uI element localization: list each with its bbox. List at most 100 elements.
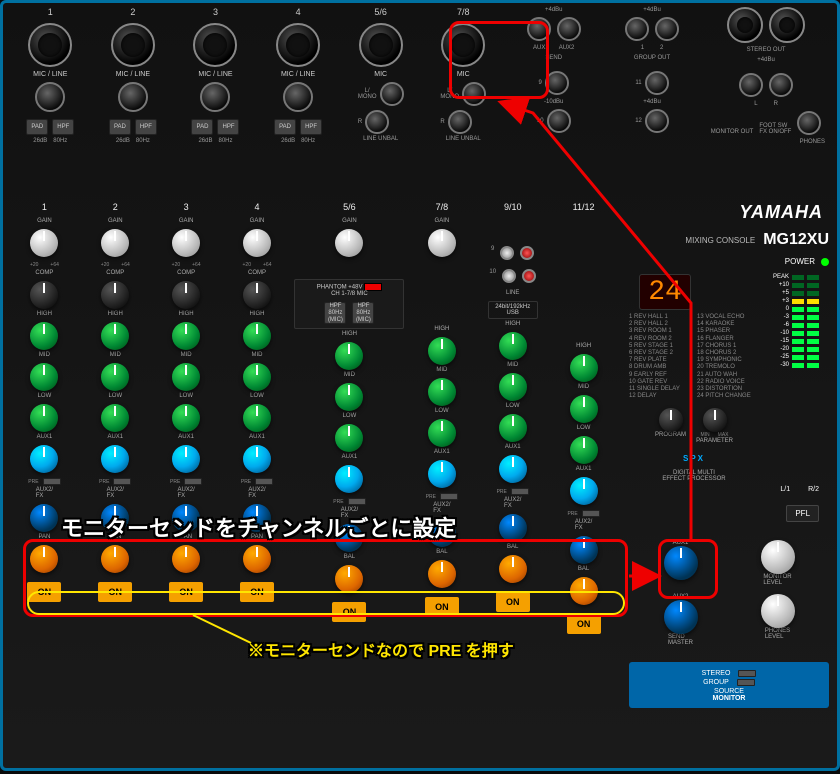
rca-9l[interactable]: [500, 246, 514, 260]
aux1-knob-9[interactable]: [499, 455, 527, 483]
aux1-knob-11[interactable]: [570, 477, 598, 505]
aux1-send-jack[interactable]: [527, 17, 551, 41]
aux1-knob-3[interactable]: [172, 445, 200, 473]
phones-level-knob[interactable]: [761, 594, 795, 628]
high-knob-9[interactable]: [499, 332, 527, 360]
line-jack-9[interactable]: [545, 71, 569, 95]
pan-knob-3[interactable]: [172, 545, 200, 573]
on-button-11[interactable]: ON: [567, 614, 601, 634]
pre-button-11[interactable]: [582, 510, 600, 517]
line-jack-12[interactable]: [645, 109, 669, 133]
bal-knob-11[interactable]: [570, 577, 598, 605]
aux1-master-knob[interactable]: [664, 546, 698, 580]
xlr-jack-1[interactable]: [28, 23, 72, 67]
on-button-2[interactable]: ON: [98, 582, 132, 602]
bal-knob-9[interactable]: [499, 555, 527, 583]
line-jack-2[interactable]: [118, 82, 148, 112]
pre-button-7[interactable]: [440, 493, 458, 500]
pre-button-5[interactable]: [348, 498, 366, 505]
on-button-7[interactable]: ON: [425, 597, 459, 617]
line-jack-5r[interactable]: [365, 110, 389, 134]
pre-button-9[interactable]: [511, 488, 529, 495]
aux1-knob-5[interactable]: [335, 465, 363, 493]
aux1-knob-1[interactable]: [30, 445, 58, 473]
pad-button-1[interactable]: PAD: [26, 119, 48, 135]
xlr-jack-3[interactable]: [193, 23, 237, 67]
line-jack-7l[interactable]: [462, 82, 486, 106]
bal-knob-7[interactable]: [428, 560, 456, 588]
high-knob-1[interactable]: [30, 322, 58, 350]
aux1-knob-4[interactable]: [243, 445, 271, 473]
low-knob-2[interactable]: [101, 404, 129, 432]
aux2-master-knob[interactable]: [664, 600, 698, 634]
pad-button-4[interactable]: PAD: [274, 119, 296, 135]
gain-knob-2[interactable]: [101, 229, 129, 257]
pan-knob-1[interactable]: [30, 545, 58, 573]
comp-knob-4[interactable]: [243, 281, 271, 309]
hpf-button-1[interactable]: HPF: [52, 119, 74, 135]
aux1-knob-7[interactable]: [428, 460, 456, 488]
low-knob-7[interactable]: [428, 419, 456, 447]
xlr-jack-5[interactable]: [359, 23, 403, 67]
aux2-knob-2[interactable]: [101, 504, 129, 532]
mid-knob-4[interactable]: [243, 363, 271, 391]
on-button-4[interactable]: ON: [240, 582, 274, 602]
on-button-9[interactable]: ON: [496, 592, 530, 612]
low-knob-4[interactable]: [243, 404, 271, 432]
line-jack-5l[interactable]: [380, 82, 404, 106]
comp-knob-2[interactable]: [101, 281, 129, 309]
pad-button-2[interactable]: PAD: [109, 119, 131, 135]
comp-knob-3[interactable]: [172, 281, 200, 309]
hpf-mic-56[interactable]: HPF 80Hz (MIC): [324, 302, 346, 324]
aux2-knob-1[interactable]: [30, 504, 58, 532]
aux2-knob-4[interactable]: [243, 504, 271, 532]
monitor-stereo-btn[interactable]: [738, 670, 756, 677]
group-out-1[interactable]: [625, 17, 649, 41]
rca-9r[interactable]: [520, 246, 534, 260]
high-knob-3[interactable]: [172, 322, 200, 350]
gain-knob-4[interactable]: [243, 229, 271, 257]
line-jack-4[interactable]: [283, 82, 313, 112]
aux1-knob-2[interactable]: [101, 445, 129, 473]
monitor-out-l[interactable]: [739, 73, 763, 97]
high-knob-7[interactable]: [428, 337, 456, 365]
low-knob-5[interactable]: [335, 424, 363, 452]
mid-knob-3[interactable]: [172, 363, 200, 391]
aux2-knob-9[interactable]: [499, 514, 527, 542]
phones-jack[interactable]: [797, 111, 821, 135]
line-jack-10[interactable]: [547, 109, 571, 133]
low-knob-3[interactable]: [172, 404, 200, 432]
rca-10l[interactable]: [502, 269, 516, 283]
gain-knob-1[interactable]: [30, 229, 58, 257]
line-jack-11[interactable]: [645, 71, 669, 95]
hpf-button-4[interactable]: HPF: [300, 119, 322, 135]
stereo-out-r[interactable]: [769, 7, 805, 43]
pre-button-2[interactable]: [113, 478, 131, 485]
aux2-knob-3[interactable]: [172, 504, 200, 532]
pfl-button[interactable]: PFL: [786, 505, 819, 522]
low-knob-11[interactable]: [570, 436, 598, 464]
group-out-2[interactable]: [655, 17, 679, 41]
hpf-button-3[interactable]: HPF: [217, 119, 239, 135]
aux2-send-jack[interactable]: [557, 17, 581, 41]
parameter-knob[interactable]: [703, 408, 727, 432]
pre-button-1[interactable]: [43, 478, 61, 485]
pre-button-3[interactable]: [184, 478, 202, 485]
mid-knob-5[interactable]: [335, 383, 363, 411]
gain-knob-3[interactable]: [172, 229, 200, 257]
mid-knob-9[interactable]: [499, 373, 527, 401]
high-knob-11[interactable]: [570, 354, 598, 382]
low-knob-9[interactable]: [499, 414, 527, 442]
xlr-jack-4[interactable]: [276, 23, 320, 67]
pan-knob-2[interactable]: [101, 545, 129, 573]
high-knob-2[interactable]: [101, 322, 129, 350]
mid-knob-11[interactable]: [570, 395, 598, 423]
rca-10r[interactable]: [522, 269, 536, 283]
mid-knob-7[interactable]: [428, 378, 456, 406]
program-knob[interactable]: [659, 408, 683, 432]
monitor-group-btn[interactable]: [737, 679, 755, 686]
line-jack-3[interactable]: [200, 82, 230, 112]
monitor-out-r[interactable]: [769, 73, 793, 97]
pre-button-4[interactable]: [255, 478, 273, 485]
line-jack-7r[interactable]: [448, 110, 472, 134]
